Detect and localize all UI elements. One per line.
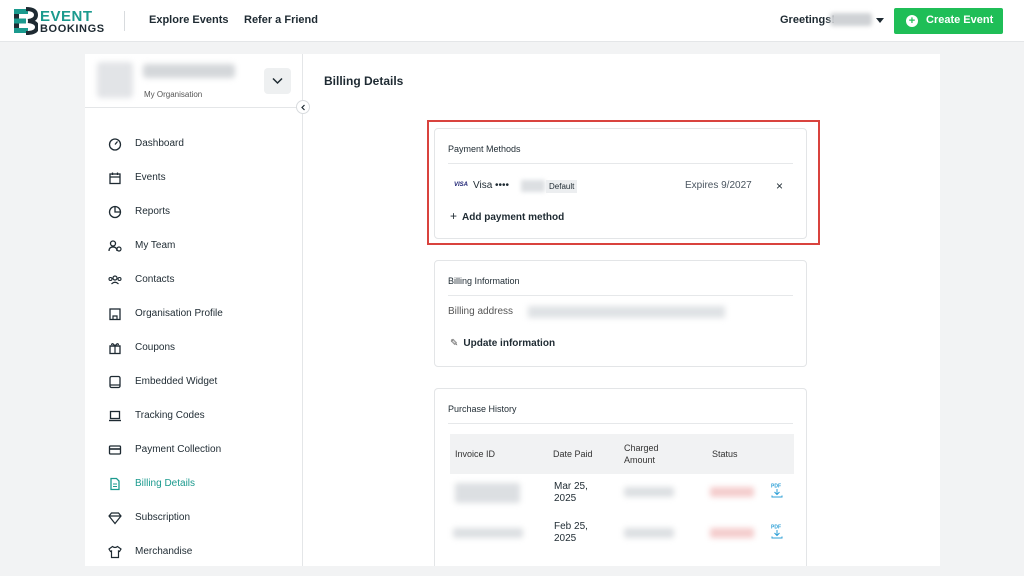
sidebar-item-subscription[interactable]: Subscription xyxy=(85,501,302,535)
billing-address-redacted xyxy=(528,306,725,318)
shirt-icon xyxy=(108,545,122,559)
create-event-label: Create Event xyxy=(926,14,994,26)
sidebar-item-label: Subscription xyxy=(135,512,191,523)
user-menu-caret-icon[interactable] xyxy=(876,18,884,23)
pie-chart-icon xyxy=(108,205,122,219)
gift-icon xyxy=(109,343,121,355)
billing-address-label: Billing address xyxy=(448,306,514,317)
sidebar-item-label: My Team xyxy=(135,240,176,251)
laptop-icon xyxy=(109,410,121,422)
invoice-id-redacted xyxy=(455,483,520,503)
update-information-label: Update information xyxy=(463,338,556,349)
team-icon xyxy=(108,240,122,252)
status-redacted xyxy=(710,487,754,497)
table-header: Invoice ID Date Paid Charged Amount Stat… xyxy=(450,434,794,474)
column-header-charged-amount: Charged Amount xyxy=(624,443,659,465)
divider xyxy=(448,423,793,424)
update-information-button[interactable]: ✎ Update information xyxy=(450,338,555,349)
sidebar: My Organisation Dashboard Events Reports xyxy=(85,54,310,569)
sidebar-menu: Dashboard Events Reports My Team Contact… xyxy=(85,127,302,569)
date-paid: Mar 25, 2025 xyxy=(554,481,588,504)
diamond-icon xyxy=(108,512,122,525)
pdf-download-icon[interactable]: PDF xyxy=(770,523,784,539)
widget-icon xyxy=(109,375,121,389)
create-event-button[interactable]: + Create Event xyxy=(894,8,1003,34)
greeting-text[interactable]: Greetings! xyxy=(780,14,835,26)
sidebar-item-label: Billing Details xyxy=(135,478,196,489)
organisation-avatar xyxy=(97,62,133,98)
pdf-download-icon[interactable]: PDF xyxy=(770,482,784,498)
charged-amount-redacted xyxy=(624,487,674,497)
sidebar-item-coupons[interactable]: Coupons xyxy=(85,331,302,365)
sidebar-item-reports[interactable]: Reports xyxy=(85,195,302,229)
sidebar-item-label: Merchandise xyxy=(135,546,193,557)
purchase-history-card: Purchase History Invoice ID Date Paid Ch… xyxy=(434,388,807,566)
sidebar-item-billing-details[interactable]: Billing Details xyxy=(85,467,302,501)
contacts-icon xyxy=(108,275,122,285)
table-row: Mar 25, 2025 PDF xyxy=(450,476,794,516)
sidebar-collapse-button[interactable] xyxy=(296,100,310,114)
organisation-dropdown-button[interactable] xyxy=(264,68,291,94)
status-redacted xyxy=(710,528,754,538)
sidebar-item-contacts[interactable]: Contacts xyxy=(85,263,302,297)
sidebar-item-label: Dashboard xyxy=(135,138,184,149)
sidebar-item-label: Embedded Widget xyxy=(135,376,218,387)
sidebar-item-payment-collection[interactable]: Payment Collection xyxy=(85,433,302,467)
edit-icon: ✎ xyxy=(450,338,459,349)
charged-amount-redacted xyxy=(624,528,674,538)
logo-text-bookings: BOOKINGS xyxy=(40,23,105,35)
card-icon xyxy=(108,445,122,455)
column-header-invoice-id: Invoice ID xyxy=(455,449,496,459)
logo-mark-icon xyxy=(14,7,38,35)
pdf-text: PDF xyxy=(771,525,781,531)
chevron-down-icon xyxy=(272,77,283,85)
sidebar-item-tracking-codes[interactable]: Tracking Codes xyxy=(85,399,302,433)
sidebar-item-label: Payment Collection xyxy=(135,444,222,455)
divider xyxy=(448,295,793,296)
document-icon xyxy=(110,477,120,491)
sidebar-item-label: Tracking Codes xyxy=(135,410,205,421)
nav-explore-events[interactable]: Explore Events xyxy=(149,14,228,26)
header-divider xyxy=(124,11,125,31)
chevron-left-icon xyxy=(301,104,305,111)
building-icon xyxy=(109,308,121,321)
organisation-switcher: My Organisation xyxy=(85,54,303,108)
page-title: Billing Details xyxy=(324,74,404,88)
sidebar-item-dashboard[interactable]: Dashboard xyxy=(85,127,302,161)
user-name-redacted xyxy=(830,13,872,26)
calendar-icon xyxy=(109,172,121,185)
sidebar-item-organisation-profile[interactable]: Organisation Profile xyxy=(85,297,302,331)
top-bar: EVENT BOOKINGS Explore Events Refer a Fr… xyxy=(0,0,1024,42)
logo[interactable]: EVENT BOOKINGS xyxy=(12,7,104,35)
sidebar-item-label: Organisation Profile xyxy=(135,308,223,319)
pdf-text: PDF xyxy=(771,484,781,490)
column-header-status: Status xyxy=(712,449,738,459)
sidebar-item-label: Contacts xyxy=(135,274,175,285)
gauge-icon xyxy=(108,138,122,151)
sidebar-item-my-team[interactable]: My Team xyxy=(85,229,302,263)
sidebar-item-events[interactable]: Events xyxy=(85,161,302,195)
nav-refer-a-friend[interactable]: Refer a Friend xyxy=(244,14,318,26)
billing-information-card: Billing Information Billing address ✎ Upd… xyxy=(434,260,807,367)
highlight-box xyxy=(427,120,820,245)
sidebar-item-label: Reports xyxy=(135,206,171,217)
purchase-history-title: Purchase History xyxy=(448,404,517,414)
billing-information-title: Billing Information xyxy=(448,276,520,286)
date-paid: Feb 25, 2025 xyxy=(554,521,588,544)
sidebar-item-merchandise[interactable]: Merchandise xyxy=(85,535,302,569)
plus-circle-icon: + xyxy=(906,15,918,27)
organisation-name-redacted xyxy=(143,64,235,78)
sidebar-item-embedded-widget[interactable]: Embedded Widget xyxy=(85,365,302,399)
invoice-id-redacted xyxy=(453,528,523,538)
sidebar-item-label: Coupons xyxy=(135,342,176,353)
organisation-subtitle: My Organisation xyxy=(144,90,203,99)
column-header-date-paid: Date Paid xyxy=(553,449,593,459)
sidebar-item-label: Events xyxy=(135,172,166,183)
table-row: Feb 25, 2025 PDF xyxy=(450,516,794,556)
